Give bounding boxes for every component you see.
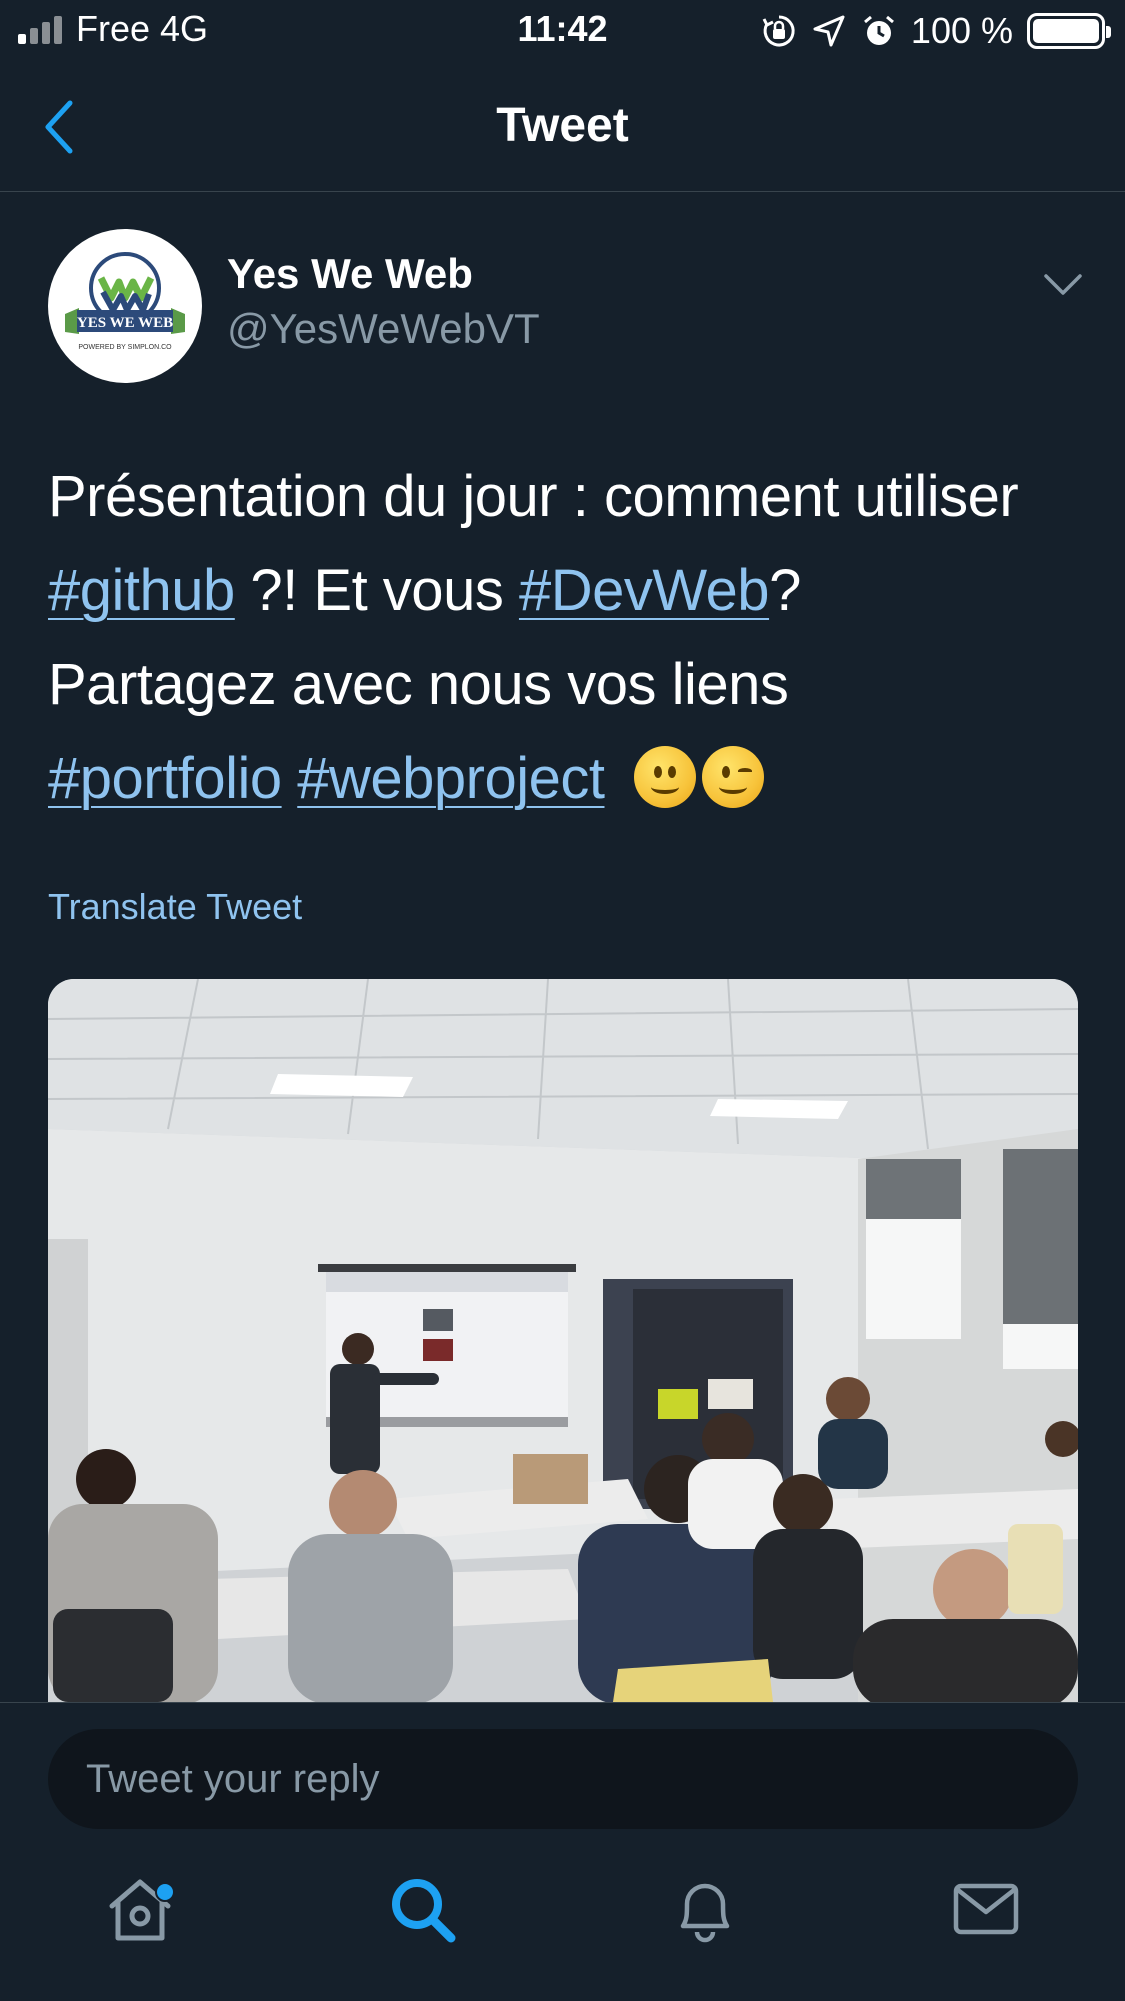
new-tweets-indicator xyxy=(155,1882,175,1902)
tweet-text-line: Partagez avec nous vos liens xyxy=(48,652,789,717)
hashtag-webproject[interactable]: #webproject xyxy=(297,746,605,811)
hashtag-devweb[interactable]: #DevWeb xyxy=(519,558,770,623)
reply-input[interactable] xyxy=(48,1729,1078,1829)
hashtag-portfolio[interactable]: #portfolio xyxy=(48,746,282,811)
alarm-icon xyxy=(863,15,894,45)
author-handle[interactable]: @YesWeWebVT xyxy=(227,305,540,353)
yes-we-web-logo: YES WE WEB POWERED BY SIMPLON.CO xyxy=(65,252,185,351)
search-icon xyxy=(392,1879,456,1943)
notifications-icon xyxy=(680,1883,730,1943)
reply-bar xyxy=(0,1702,1125,1832)
page-title: Tweet xyxy=(496,99,629,152)
svg-text:POWERED BY SIMPLON.CO: POWERED BY SIMPLON.CO xyxy=(78,344,172,351)
tweet-text-line: Présentation du jour : comment utiliser xyxy=(48,464,1019,529)
tweet-photo[interactable] xyxy=(48,979,1078,1702)
tweet-text-fragment: ? xyxy=(769,558,801,623)
avatar[interactable]: YES WE WEB POWERED BY SIMPLON.CO xyxy=(48,229,202,383)
slightly-smiling-face-emoji xyxy=(634,746,697,808)
messages-icon xyxy=(953,1883,1019,1935)
hashtag-github[interactable]: #github xyxy=(48,558,235,623)
author-name[interactable]: Yes We Web xyxy=(227,250,473,298)
classroom-photo xyxy=(48,979,1078,1702)
tab-messages[interactable] xyxy=(946,1870,1026,1950)
tweet-text-fragment xyxy=(282,746,298,811)
orientation-lock-icon xyxy=(762,15,795,47)
tab-notifications[interactable] xyxy=(665,1870,745,1950)
nav-header: Tweet xyxy=(0,62,1125,192)
status-bar: Free 4G 11:42 100 % xyxy=(0,0,1125,62)
tab-search[interactable] xyxy=(383,1870,463,1950)
battery-percentage: 100 % xyxy=(910,10,1013,51)
status-right: 100 % xyxy=(761,8,1111,54)
tab-bar xyxy=(0,1832,1125,2001)
translate-tweet-link[interactable]: Translate Tweet xyxy=(48,886,302,928)
chevron-down-icon[interactable] xyxy=(1040,262,1086,308)
winking-face-emoji xyxy=(702,746,765,808)
battery-icon xyxy=(1027,13,1111,49)
tweet-text: Présentation du jour : comment utiliser … xyxy=(48,450,1088,826)
tweet-text-fragment: ?! Et vous xyxy=(234,558,519,623)
location-icon xyxy=(813,15,845,47)
svg-text:YES WE WEB: YES WE WEB xyxy=(77,315,173,331)
